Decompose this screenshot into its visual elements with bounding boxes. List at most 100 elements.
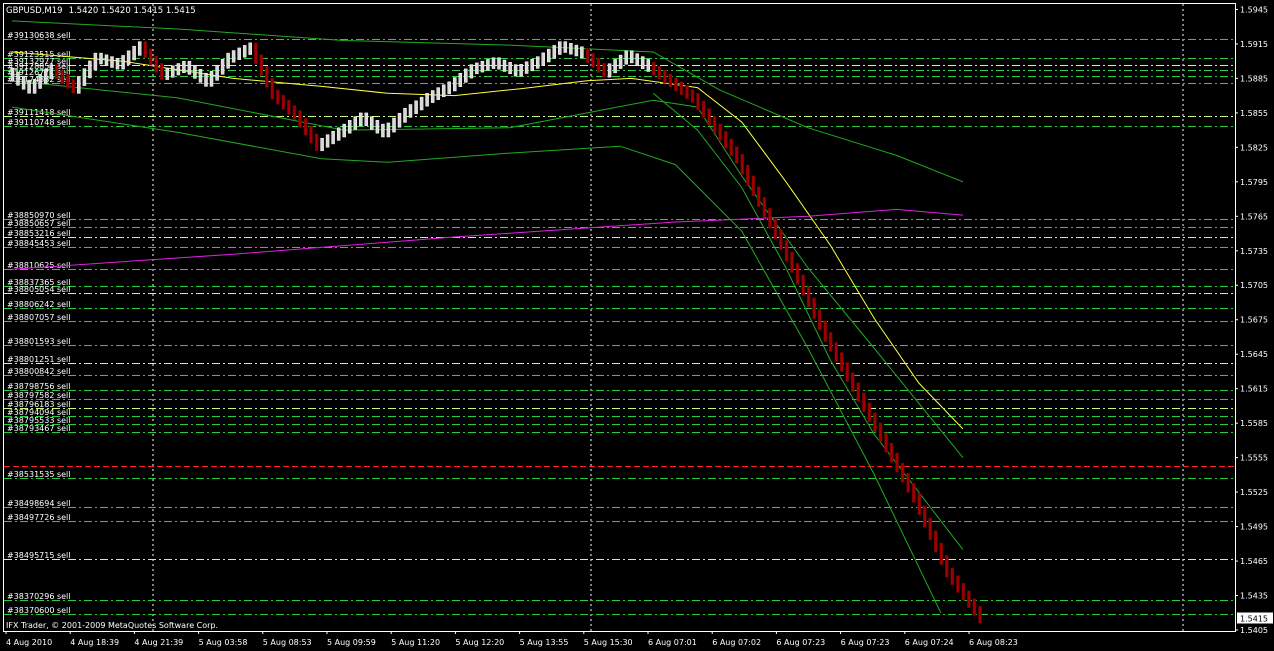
candle xyxy=(93,52,98,71)
time-tick-label: 5 Aug 08:53 xyxy=(263,638,312,647)
candle xyxy=(784,240,789,262)
candle xyxy=(618,54,623,69)
candle xyxy=(679,81,684,96)
candle xyxy=(956,575,960,593)
candle xyxy=(878,422,883,443)
candle xyxy=(690,89,695,103)
price-tick-label: 1.5705 xyxy=(1240,281,1268,290)
candle xyxy=(347,120,352,134)
svg-text:1.5415: 1.5415 xyxy=(1240,615,1268,624)
candle xyxy=(430,90,435,103)
candle xyxy=(187,60,192,75)
candle xyxy=(342,123,346,138)
candle xyxy=(889,442,894,463)
candle xyxy=(718,123,722,141)
order-label: #38370600 sell xyxy=(7,606,71,615)
time-tick-label: 6 Aug 07:23 xyxy=(841,638,890,647)
candle xyxy=(746,164,750,186)
candle xyxy=(607,63,612,78)
symbol-header: GBPUSD,M19 1.5420 1.5420 1.5415 1.5415 xyxy=(6,6,196,16)
candle xyxy=(88,60,92,79)
order-label: #38845453 sell xyxy=(7,239,71,248)
candle xyxy=(276,89,280,105)
price-tick-label: 1.5585 xyxy=(1240,419,1268,428)
candle xyxy=(508,62,512,75)
candle xyxy=(629,50,634,64)
order-label: #38853216 sell xyxy=(7,229,71,238)
candle xyxy=(801,274,805,296)
candle xyxy=(99,52,103,65)
order-label: #38498694 sell xyxy=(7,499,71,508)
candle xyxy=(978,606,982,624)
candle xyxy=(751,175,756,197)
candle xyxy=(403,108,407,123)
candle xyxy=(364,112,369,127)
candle xyxy=(945,555,949,578)
candle xyxy=(624,50,628,65)
time-tick-label: 6 Aug 07:24 xyxy=(905,638,954,647)
time-tick-label: 5 Aug 15:30 xyxy=(584,638,633,647)
order-label: #38800842 sell xyxy=(7,367,71,376)
price-tick-label: 1.5855 xyxy=(1240,109,1268,118)
order-label: #38370296 sell xyxy=(7,592,71,601)
candle xyxy=(43,69,48,84)
price-tick-label: 1.5495 xyxy=(1240,523,1268,532)
current-price-marker: 1.5415 xyxy=(1237,612,1273,624)
order-label: #38807057 sell xyxy=(7,313,71,322)
candle xyxy=(121,55,125,70)
candle xyxy=(298,110,302,128)
candle xyxy=(453,77,457,92)
candle xyxy=(38,74,42,89)
candle xyxy=(126,50,131,65)
candle xyxy=(668,73,673,88)
candle xyxy=(663,69,667,84)
candle xyxy=(198,68,203,83)
price-tick-label: 1.5885 xyxy=(1240,74,1268,83)
candle xyxy=(314,133,319,152)
candle xyxy=(701,100,706,119)
time-tick-label: 4 Aug 21:39 xyxy=(134,638,183,647)
candle xyxy=(464,68,468,83)
candle xyxy=(707,108,711,126)
candle xyxy=(137,41,142,56)
candle xyxy=(917,492,921,516)
candle xyxy=(270,77,275,100)
time-tick-label: 5 Aug 11:20 xyxy=(391,638,440,647)
candle xyxy=(900,462,905,483)
order-label: #38850657 sell xyxy=(7,219,71,228)
price-tick-label: 1.5765 xyxy=(1240,212,1268,221)
candle xyxy=(652,62,656,76)
candle xyxy=(834,342,838,362)
candle xyxy=(66,74,70,89)
order-label: #39111418 sell xyxy=(7,108,71,117)
candle xyxy=(165,67,170,80)
candle xyxy=(497,57,501,70)
candle xyxy=(757,186,761,207)
candle xyxy=(933,530,938,553)
candle xyxy=(961,583,966,601)
candle xyxy=(16,71,20,86)
candle xyxy=(154,55,158,73)
candle xyxy=(419,96,424,111)
candle xyxy=(939,542,944,565)
candle xyxy=(502,59,507,72)
candle xyxy=(447,81,451,95)
candle xyxy=(325,134,330,148)
candle xyxy=(513,64,518,77)
price-chart[interactable]: #39130638 sell#39123515 sell#39132977 se… xyxy=(0,0,1274,651)
candle xyxy=(712,115,717,134)
candle xyxy=(414,100,418,114)
candle xyxy=(353,116,358,130)
candle xyxy=(823,320,827,342)
order-label: #38793467 sell xyxy=(7,424,71,433)
candle xyxy=(425,93,429,107)
candle xyxy=(204,72,208,87)
price-tick-label: 1.5675 xyxy=(1240,316,1268,325)
candle xyxy=(381,123,385,138)
candle xyxy=(740,153,745,175)
candle xyxy=(10,67,15,82)
order-label: #38798756 sell xyxy=(7,382,71,391)
candle xyxy=(569,43,573,55)
candle xyxy=(906,472,910,493)
candle xyxy=(541,52,545,66)
